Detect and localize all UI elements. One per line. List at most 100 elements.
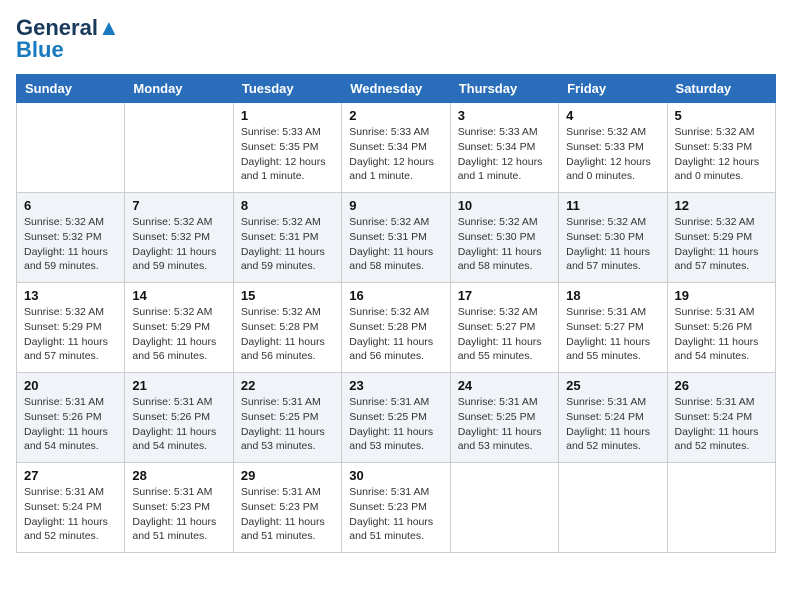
day-info: Sunrise: 5:32 AM Sunset: 5:29 PM Dayligh… bbox=[675, 215, 768, 274]
day-info: Sunrise: 5:31 AM Sunset: 5:23 PM Dayligh… bbox=[132, 485, 225, 544]
day-info: Sunrise: 5:32 AM Sunset: 5:32 PM Dayligh… bbox=[132, 215, 225, 274]
calendar-cell: 9 Sunrise: 5:32 AM Sunset: 5:31 PM Daylig… bbox=[342, 193, 450, 283]
day-info: Sunrise: 5:31 AM Sunset: 5:24 PM Dayligh… bbox=[675, 395, 768, 454]
calendar-cell: 18 Sunrise: 5:31 AM Sunset: 5:27 PM Dayli… bbox=[559, 283, 667, 373]
day-number: 12 bbox=[675, 198, 768, 213]
day-number: 26 bbox=[675, 378, 768, 393]
day-number: 16 bbox=[349, 288, 442, 303]
day-number: 10 bbox=[458, 198, 551, 213]
calendar-cell: 11Sunrise: 5:32 AM Sunset: 5:30 PM Dayli… bbox=[559, 193, 667, 283]
day-info: Sunrise: 5:32 AM Sunset: 5:33 PM Dayligh… bbox=[675, 125, 768, 184]
day-number: 19 bbox=[675, 288, 768, 303]
calendar-cell: 13Sunrise: 5:32 AM Sunset: 5:29 PM Dayli… bbox=[17, 283, 125, 373]
calendar-cell bbox=[450, 463, 558, 553]
day-number: 30 bbox=[349, 468, 442, 483]
day-number: 8 bbox=[241, 198, 334, 213]
day-info: Sunrise: 5:32 AM Sunset: 5:30 PM Dayligh… bbox=[458, 215, 551, 274]
calendar-cell bbox=[125, 103, 233, 193]
day-info: Sunrise: 5:32 AM Sunset: 5:31 PM Dayligh… bbox=[241, 215, 334, 274]
calendar-cell bbox=[559, 463, 667, 553]
calendar-cell: 2 Sunrise: 5:33 AM Sunset: 5:34 PM Daylig… bbox=[342, 103, 450, 193]
day-info: Sunrise: 5:31 AM Sunset: 5:26 PM Dayligh… bbox=[132, 395, 225, 454]
calendar-cell: 12 Sunrise: 5:32 AM Sunset: 5:29 PM Dayli… bbox=[667, 193, 775, 283]
calendar-cell: 28 Sunrise: 5:31 AM Sunset: 5:23 PM Dayli… bbox=[125, 463, 233, 553]
day-number: 5 bbox=[675, 108, 768, 123]
day-number: 17 bbox=[458, 288, 551, 303]
calendar-cell: 4 Sunrise: 5:32 AM Sunset: 5:33 PM Daylig… bbox=[559, 103, 667, 193]
calendar-cell: 24 Sunrise: 5:31 AM Sunset: 5:25 PM Dayli… bbox=[450, 373, 558, 463]
day-number: 15 bbox=[241, 288, 334, 303]
calendar-cell: 1 Sunrise: 5:33 AM Sunset: 5:35 PM Daylig… bbox=[233, 103, 341, 193]
day-number: 24 bbox=[458, 378, 551, 393]
day-info: Sunrise: 5:31 AM Sunset: 5:25 PM Dayligh… bbox=[458, 395, 551, 454]
day-info: Sunrise: 5:31 AM Sunset: 5:23 PM Dayligh… bbox=[349, 485, 442, 544]
day-info: Sunrise: 5:32 AM Sunset: 5:32 PM Dayligh… bbox=[24, 215, 117, 274]
calendar-cell: 27 Sunrise: 5:31 AM Sunset: 5:24 PM Dayli… bbox=[17, 463, 125, 553]
calendar-cell: 5 Sunrise: 5:32 AM Sunset: 5:33 PM Daylig… bbox=[667, 103, 775, 193]
day-number: 25 bbox=[566, 378, 659, 393]
calendar-cell: 22 Sunrise: 5:31 AM Sunset: 5:25 PM Dayli… bbox=[233, 373, 341, 463]
day-number: 6 bbox=[24, 198, 117, 213]
page-header: General▲ Blue bbox=[16, 16, 776, 62]
calendar-cell: 8 Sunrise: 5:32 AM Sunset: 5:31 PM Daylig… bbox=[233, 193, 341, 283]
day-info: Sunrise: 5:31 AM Sunset: 5:27 PM Dayligh… bbox=[566, 305, 659, 364]
day-info: Sunrise: 5:32 AM Sunset: 5:29 PM Dayligh… bbox=[132, 305, 225, 364]
day-info: Sunrise: 5:31 AM Sunset: 5:25 PM Dayligh… bbox=[349, 395, 442, 454]
calendar-cell: 10 Sunrise: 5:32 AM Sunset: 5:30 PM Dayli… bbox=[450, 193, 558, 283]
day-info: Sunrise: 5:32 AM Sunset: 5:33 PM Dayligh… bbox=[566, 125, 659, 184]
day-number: 7 bbox=[132, 198, 225, 213]
day-number: 22 bbox=[241, 378, 334, 393]
day-number: 14 bbox=[132, 288, 225, 303]
calendar-cell: 7 Sunrise: 5:32 AM Sunset: 5:32 PM Daylig… bbox=[125, 193, 233, 283]
calendar-cell: 15Sunrise: 5:32 AM Sunset: 5:28 PM Dayli… bbox=[233, 283, 341, 373]
calendar-cell bbox=[667, 463, 775, 553]
day-number: 20 bbox=[24, 378, 117, 393]
calendar-cell: 19 Sunrise: 5:31 AM Sunset: 5:26 PM Dayli… bbox=[667, 283, 775, 373]
weekday-header-sunday: Sunday bbox=[17, 75, 125, 103]
day-number: 3 bbox=[458, 108, 551, 123]
day-info: Sunrise: 5:31 AM Sunset: 5:26 PM Dayligh… bbox=[675, 305, 768, 364]
day-info: Sunrise: 5:31 AM Sunset: 5:26 PM Dayligh… bbox=[24, 395, 117, 454]
calendar-cell: 16 Sunrise: 5:32 AM Sunset: 5:28 PM Dayli… bbox=[342, 283, 450, 373]
calendar-cell: 20 Sunrise: 5:31 AM Sunset: 5:26 PM Dayli… bbox=[17, 373, 125, 463]
calendar-cell: 14 Sunrise: 5:32 AM Sunset: 5:29 PM Dayli… bbox=[125, 283, 233, 373]
day-info: Sunrise: 5:31 AM Sunset: 5:25 PM Dayligh… bbox=[241, 395, 334, 454]
day-number: 27 bbox=[24, 468, 117, 483]
calendar-cell: 23 Sunrise: 5:31 AM Sunset: 5:25 PM Dayli… bbox=[342, 373, 450, 463]
day-number: 29 bbox=[241, 468, 334, 483]
day-info: Sunrise: 5:33 AM Sunset: 5:35 PM Dayligh… bbox=[241, 125, 334, 184]
day-info: Sunrise: 5:33 AM Sunset: 5:34 PM Dayligh… bbox=[349, 125, 442, 184]
calendar-table: SundayMondayTuesdayWednesdayThursdayFrid… bbox=[16, 74, 776, 553]
day-number: 21 bbox=[132, 378, 225, 393]
day-info: Sunrise: 5:32 AM Sunset: 5:29 PM Dayligh… bbox=[24, 305, 117, 364]
weekday-header-wednesday: Wednesday bbox=[342, 75, 450, 103]
weekday-header-saturday: Saturday bbox=[667, 75, 775, 103]
calendar-cell: 21 Sunrise: 5:31 AM Sunset: 5:26 PM Dayli… bbox=[125, 373, 233, 463]
calendar-cell: 17 Sunrise: 5:32 AM Sunset: 5:27 PM Dayli… bbox=[450, 283, 558, 373]
day-info: Sunrise: 5:32 AM Sunset: 5:27 PM Dayligh… bbox=[458, 305, 551, 364]
day-number: 9 bbox=[349, 198, 442, 213]
day-number: 23 bbox=[349, 378, 442, 393]
calendar-cell bbox=[17, 103, 125, 193]
day-number: 18 bbox=[566, 288, 659, 303]
weekday-header-tuesday: Tuesday bbox=[233, 75, 341, 103]
day-info: Sunrise: 5:32 AM Sunset: 5:28 PM Dayligh… bbox=[349, 305, 442, 364]
day-info: Sunrise: 5:32 AM Sunset: 5:31 PM Dayligh… bbox=[349, 215, 442, 274]
calendar-cell: 26 Sunrise: 5:31 AM Sunset: 5:24 PM Dayli… bbox=[667, 373, 775, 463]
calendar-cell: 29 Sunrise: 5:31 AM Sunset: 5:23 PM Dayli… bbox=[233, 463, 341, 553]
day-info: Sunrise: 5:31 AM Sunset: 5:24 PM Dayligh… bbox=[24, 485, 117, 544]
day-info: Sunrise: 5:31 AM Sunset: 5:23 PM Dayligh… bbox=[241, 485, 334, 544]
calendar-cell: 30 Sunrise: 5:31 AM Sunset: 5:23 PM Dayli… bbox=[342, 463, 450, 553]
logo: General▲ Blue bbox=[16, 16, 120, 62]
day-number: 11 bbox=[566, 198, 659, 213]
calendar-cell: 3 Sunrise: 5:33 AM Sunset: 5:34 PM Daylig… bbox=[450, 103, 558, 193]
day-number: 2 bbox=[349, 108, 442, 123]
day-info: Sunrise: 5:33 AM Sunset: 5:34 PM Dayligh… bbox=[458, 125, 551, 184]
weekday-header-friday: Friday bbox=[559, 75, 667, 103]
weekday-header-thursday: Thursday bbox=[450, 75, 558, 103]
day-number: 4 bbox=[566, 108, 659, 123]
day-number: 28 bbox=[132, 468, 225, 483]
day-info: Sunrise: 5:31 AM Sunset: 5:24 PM Dayligh… bbox=[566, 395, 659, 454]
logo-blue: Blue bbox=[16, 38, 120, 62]
day-number: 1 bbox=[241, 108, 334, 123]
